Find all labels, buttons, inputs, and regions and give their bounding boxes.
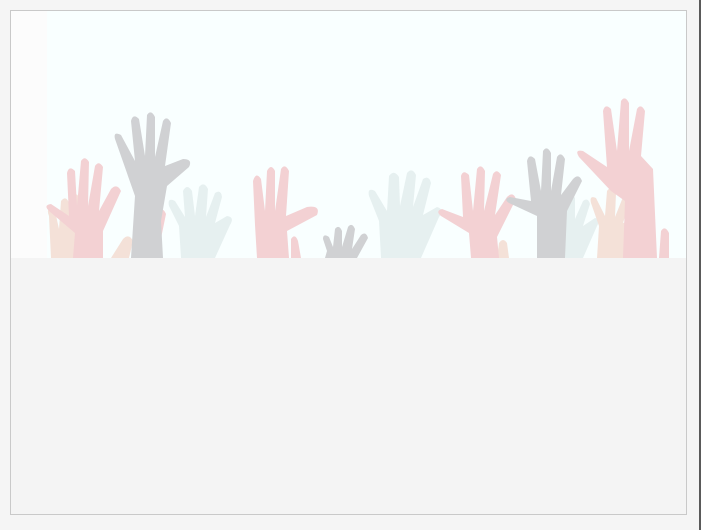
hero-banner-image [11, 11, 686, 258]
raised-hands-illustration [46, 98, 669, 258]
content-area [11, 258, 686, 514]
content-frame [10, 10, 687, 515]
